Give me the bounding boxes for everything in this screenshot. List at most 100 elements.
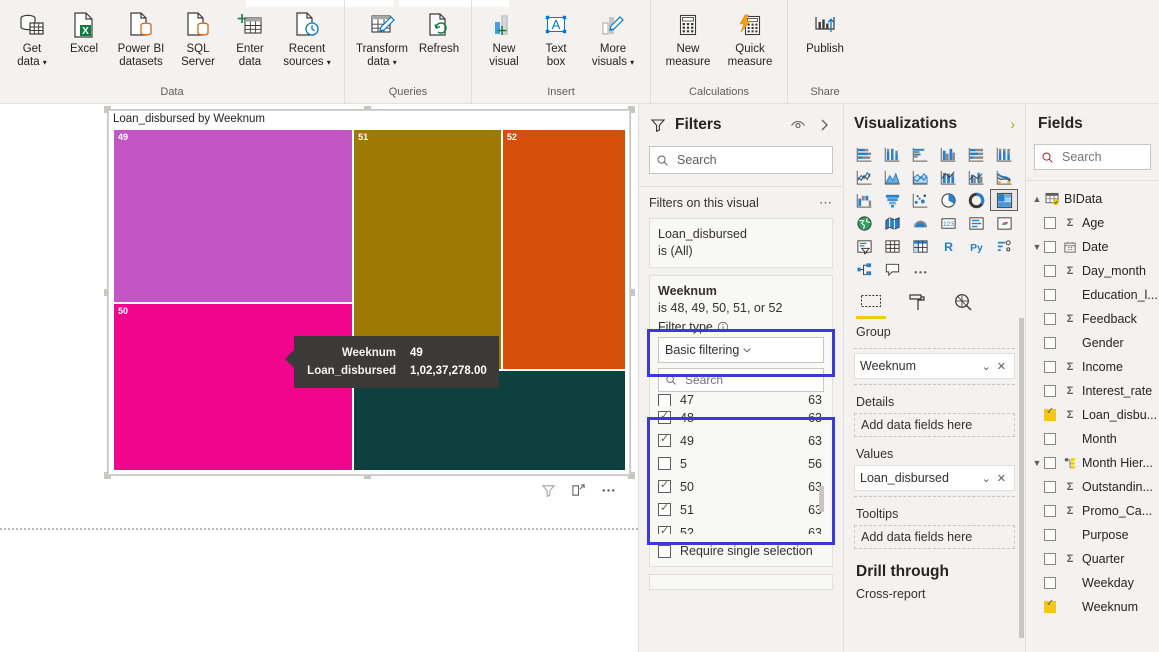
field-checkbox[interactable]: [1044, 601, 1056, 613]
r-script-visual-icon[interactable]: R: [936, 236, 962, 256]
report-canvas[interactable]: Loan_disbursed by Weeknum 49 50 51 52: [0, 104, 638, 652]
transform-data-button[interactable]: Transformdata ▾: [351, 4, 413, 72]
more-options-icon[interactable]: ⋯: [819, 195, 833, 211]
field-checkbox[interactable]: [1044, 505, 1056, 517]
scatter-chart-icon[interactable]: [908, 190, 934, 210]
well-field-group-weeknum[interactable]: Weeknum ⌄ ✕: [854, 353, 1015, 379]
fields-tab[interactable]: [858, 289, 884, 315]
field-item-month[interactable]: Month: [1026, 427, 1159, 451]
fields-pane[interactable]: Fields ▲ BIData: [1025, 104, 1159, 652]
field-item-day-month[interactable]: Σ Day_month: [1026, 259, 1159, 283]
treemap-plot-area[interactable]: 49 50 51 52 48: [113, 129, 626, 471]
field-item-month-hierarchy[interactable]: ▼ Month Hier...: [1026, 451, 1159, 475]
fields-table-bidata[interactable]: ▲ BIData: [1026, 187, 1159, 211]
treemap-icon[interactable]: [991, 190, 1017, 210]
publish-button[interactable]: Publish: [794, 4, 856, 59]
filter-value-row[interactable]: 48 63: [658, 406, 824, 429]
fields-search-input[interactable]: [1060, 149, 1144, 165]
fields-tree[interactable]: ▲ BIData Σ Age ▼: [1026, 180, 1159, 619]
ribbon-chart-icon[interactable]: [991, 167, 1017, 187]
filter-value-row[interactable]: 47 63: [658, 394, 824, 406]
analytics-tab[interactable]: [950, 289, 976, 315]
100-stacked-bar-chart-icon[interactable]: [963, 144, 989, 164]
donut-chart-icon[interactable]: [963, 190, 989, 210]
card-icon[interactable]: 123: [936, 213, 962, 233]
field-item-weeknum[interactable]: Weeknum: [1026, 595, 1159, 619]
filter-value-row[interactable]: 51 63: [658, 498, 824, 521]
well-dropzone-details[interactable]: Add data fields here: [854, 413, 1015, 437]
matrix-icon[interactable]: [908, 236, 934, 256]
remove-field-icon[interactable]: ✕: [994, 472, 1009, 485]
collapse-pane-icon[interactable]: [815, 116, 833, 134]
treemap-visual[interactable]: Loan_disbursed by Weeknum 49 50 51 52: [108, 110, 630, 475]
chevron-down-icon[interactable]: ⌄: [979, 472, 994, 485]
filter-card-weeknum[interactable]: Weeknum is 48, 49, 50, 51, or 52 Filter …: [649, 275, 833, 567]
filled-map-icon[interactable]: [880, 213, 906, 233]
filter-value-checkbox[interactable]: [658, 480, 671, 493]
sql-server-button[interactable]: SQLServer: [172, 4, 224, 72]
clustered-column-chart-icon[interactable]: [936, 144, 962, 164]
visualizations-scrollbar[interactable]: [1019, 318, 1024, 638]
field-item-age[interactable]: Σ Age: [1026, 211, 1159, 235]
treemap-tile-49[interactable]: 49: [113, 129, 353, 303]
report-page[interactable]: Loan_disbursed by Weeknum 49 50 51 52: [0, 104, 638, 524]
chevron-down-icon[interactable]: ⌄: [979, 360, 994, 373]
filter-values-search-input[interactable]: [683, 372, 817, 388]
field-checkbox[interactable]: [1044, 265, 1056, 277]
arcgis-map-icon[interactable]: [908, 213, 934, 233]
filter-value-checkbox[interactable]: [658, 526, 671, 534]
field-item-outstanding[interactable]: Σ Outstandin...: [1026, 475, 1159, 499]
waterfall-chart-icon[interactable]: [852, 190, 878, 210]
stacked-area-chart-icon[interactable]: [908, 167, 934, 187]
field-item-date[interactable]: ▼ Date: [1026, 235, 1159, 259]
line-clustered-column-chart-icon[interactable]: [963, 167, 989, 187]
field-checkbox[interactable]: [1044, 337, 1056, 349]
field-checkbox[interactable]: [1044, 457, 1056, 469]
pie-chart-icon[interactable]: [936, 190, 962, 210]
filters-pane[interactable]: Filters Filters on this visual ⋯ Loan_di…: [638, 104, 843, 652]
filter-value-checkbox[interactable]: [658, 394, 671, 406]
clustered-bar-chart-icon[interactable]: [908, 144, 934, 164]
qa-visual-icon[interactable]: [880, 259, 906, 279]
line-chart-icon[interactable]: [852, 167, 878, 187]
format-tab[interactable]: [904, 289, 930, 315]
new-visual-button[interactable]: Newvisual: [478, 4, 530, 72]
text-box-button[interactable]: A Textbox: [530, 4, 582, 72]
filter-value-checkbox[interactable]: [658, 434, 671, 447]
field-item-quarter[interactable]: Σ Quarter: [1026, 547, 1159, 571]
filter-type-dropdown[interactable]: Basic filtering: [658, 337, 824, 363]
info-icon[interactable]: [717, 321, 729, 333]
filter-value-row[interactable]: 52 63: [658, 521, 824, 534]
filters-search-input[interactable]: [675, 152, 826, 168]
filter-value-row[interactable]: 49 63: [658, 429, 824, 452]
get-data-button[interactable]: Getdata ▾: [6, 4, 58, 72]
field-checkbox[interactable]: [1044, 361, 1056, 373]
visual-type-grid[interactable]: 123 R Py: [844, 144, 1025, 279]
hide-filter-icon[interactable]: [789, 116, 807, 134]
field-checkbox[interactable]: [1044, 409, 1056, 421]
field-item-weekday[interactable]: Weekday: [1026, 571, 1159, 595]
focus-mode-icon[interactable]: [570, 482, 586, 498]
field-item-gender[interactable]: Gender: [1026, 331, 1159, 355]
new-measure-button[interactable]: Newmeasure: [657, 4, 719, 72]
field-checkbox[interactable]: [1044, 553, 1056, 565]
require-single-selection-checkbox[interactable]: [658, 545, 671, 558]
field-checkbox[interactable]: [1044, 241, 1056, 253]
quick-measure-button[interactable]: Quickmeasure: [719, 4, 781, 72]
field-checkbox[interactable]: [1044, 433, 1056, 445]
filter-values-scrollbar[interactable]: [819, 486, 824, 512]
filter-value-checkbox[interactable]: [658, 411, 671, 424]
field-checkbox[interactable]: [1044, 529, 1056, 541]
filter-value-checkbox[interactable]: [658, 503, 671, 516]
field-checkbox[interactable]: [1044, 217, 1056, 229]
filter-values-search-box[interactable]: [658, 368, 824, 392]
chevron-up-icon[interactable]: ▲: [1030, 194, 1044, 204]
visualizations-pane[interactable]: Visualizations › 123: [843, 104, 1025, 652]
filter-value-row[interactable]: 50 63: [658, 475, 824, 498]
stacked-bar-chart-icon[interactable]: [852, 144, 878, 164]
chevron-right-icon[interactable]: ›: [1010, 116, 1015, 132]
field-item-feedback[interactable]: Σ Feedback: [1026, 307, 1159, 331]
refresh-button[interactable]: Refresh: [413, 4, 465, 59]
well-field-values-loan-disbursed[interactable]: Loan_disbursed ⌄ ✕: [854, 465, 1015, 491]
100-stacked-column-chart-icon[interactable]: [991, 144, 1017, 164]
